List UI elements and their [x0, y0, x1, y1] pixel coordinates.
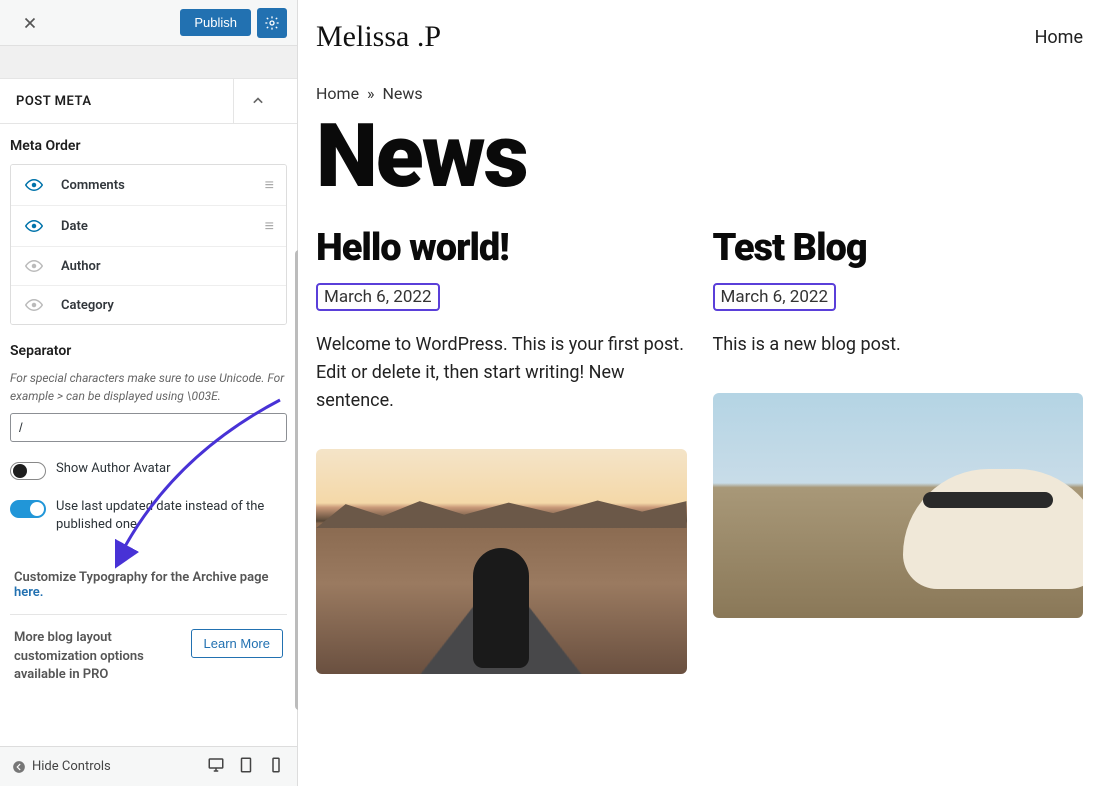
- meta-label: Date: [61, 219, 265, 234]
- post-featured-image[interactable]: [713, 393, 1084, 618]
- meta-label: Comments: [61, 178, 265, 193]
- post-date: March 6, 2022: [713, 283, 837, 311]
- site-header: Melissa .P Home: [316, 14, 1083, 84]
- updated-date-toggle[interactable]: [10, 500, 46, 518]
- settings-button[interactable]: [257, 8, 287, 38]
- post-title[interactable]: Hello world!: [316, 229, 687, 269]
- avatar-toggle-label: Show Author Avatar: [56, 460, 171, 478]
- breadcrumb-current: News: [383, 84, 423, 103]
- chevron-left-icon: [12, 760, 26, 774]
- mobile-icon: [267, 756, 285, 774]
- tablet-icon: [237, 756, 255, 774]
- page-title: News: [316, 113, 1083, 201]
- breadcrumb: Home » News: [316, 84, 1083, 103]
- panel-collapse-toggle[interactable]: [233, 79, 281, 123]
- post-title[interactable]: Test Blog: [713, 229, 1084, 269]
- device-desktop-button[interactable]: [207, 756, 225, 778]
- drag-handle-icon[interactable]: ≡: [265, 175, 274, 195]
- meta-item-date[interactable]: Date ≡: [11, 206, 286, 247]
- avatar-toggle[interactable]: [10, 462, 46, 480]
- separator-label: Separator: [10, 343, 287, 359]
- desktop-icon: [207, 756, 225, 774]
- publish-button[interactable]: Publish: [180, 9, 251, 36]
- hide-controls-button[interactable]: Hide Controls: [12, 759, 111, 774]
- post-excerpt: This is a new blog post.: [713, 331, 1084, 359]
- updated-date-toggle-label: Use last updated date instead of the pub…: [56, 498, 287, 534]
- panel-title: POST META: [16, 94, 92, 109]
- post-featured-image[interactable]: [316, 449, 687, 674]
- device-mobile-button[interactable]: [267, 756, 285, 778]
- customizer-sidebar: Publish POST META Meta Order Comments ≡ …: [0, 0, 298, 786]
- eye-icon[interactable]: [23, 176, 45, 194]
- panel-header[interactable]: POST META: [0, 78, 297, 124]
- breadcrumb-home[interactable]: Home: [316, 84, 359, 103]
- eye-icon[interactable]: [23, 217, 45, 235]
- separator-hint: For special characters make sure to use …: [10, 369, 287, 405]
- post-card: Hello world! March 6, 2022 Welcome to Wo…: [316, 229, 687, 674]
- panel-body: Meta Order Comments ≡ Date ≡ Author Cate…: [0, 124, 297, 746]
- chevron-up-icon: [248, 91, 268, 111]
- typography-note: Customize Typography for the Archive pag…: [10, 556, 287, 615]
- pro-upsell: More blog layout customization options a…: [10, 615, 287, 698]
- meta-item-category[interactable]: Category: [11, 286, 286, 324]
- site-logo[interactable]: Melissa .P: [316, 20, 441, 54]
- preview-pane: Melissa .P Home Home » News News Hello w…: [298, 0, 1101, 786]
- close-icon: [21, 14, 39, 32]
- sidebar-topbar: Publish: [0, 0, 297, 46]
- posts-grid: Hello world! March 6, 2022 Welcome to Wo…: [316, 229, 1083, 674]
- eye-icon[interactable]: [23, 296, 45, 314]
- meta-order-list: Comments ≡ Date ≡ Author Category: [10, 164, 287, 325]
- post-card: Test Blog March 6, 2022 This is a new bl…: [713, 229, 1084, 674]
- pro-text: More blog layout customization options a…: [14, 629, 181, 684]
- typography-link[interactable]: here.: [14, 585, 44, 600]
- eye-icon[interactable]: [23, 257, 45, 275]
- device-tablet-button[interactable]: [237, 756, 255, 778]
- post-excerpt: Welcome to WordPress. This is your first…: [316, 331, 687, 415]
- meta-item-author[interactable]: Author: [11, 247, 286, 286]
- meta-order-label: Meta Order: [10, 138, 287, 154]
- post-date: March 6, 2022: [316, 283, 440, 311]
- meta-label: Author: [61, 259, 274, 274]
- separator-input[interactable]: [10, 413, 287, 442]
- close-button[interactable]: [10, 3, 50, 43]
- learn-more-button[interactable]: Learn More: [191, 629, 283, 658]
- gear-icon: [264, 15, 280, 31]
- nav-home-link[interactable]: Home: [1035, 27, 1083, 48]
- meta-item-comments[interactable]: Comments ≡: [11, 165, 286, 206]
- meta-label: Category: [61, 298, 274, 313]
- sidebar-footer: Hide Controls: [0, 746, 297, 786]
- drag-handle-icon[interactable]: ≡: [265, 216, 274, 236]
- panel-spacer: [0, 46, 297, 78]
